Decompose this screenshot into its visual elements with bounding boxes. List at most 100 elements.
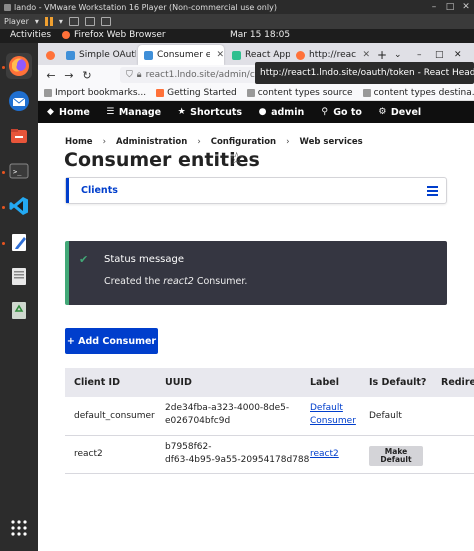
pause-chevron-icon[interactable]: ▾: [59, 17, 63, 26]
search-icon: ⚲: [321, 107, 329, 117]
status-prefix: Created the: [104, 276, 164, 287]
column-uuid: UUID: [165, 377, 192, 388]
firefox-icon[interactable]: [6, 53, 32, 79]
shortcut-star-icon[interactable]: ☆: [229, 149, 244, 169]
bookmarks-bar: Import bookmarks... Getting Started cont…: [38, 85, 474, 101]
make-default-button[interactable]: Make Default: [369, 446, 423, 466]
label-cell[interactable]: react2: [310, 448, 339, 461]
tab-label: React App: [245, 50, 290, 60]
breadcrumb-separator-icon: ›: [286, 137, 290, 147]
breadcrumb-web-services[interactable]: Web services: [300, 137, 363, 147]
bookmark-label: Getting Started: [167, 87, 237, 98]
is-default-cell: Default: [369, 411, 402, 421]
activities-button[interactable]: Activities: [10, 30, 51, 40]
app-menu[interactable]: Firefox Web Browser: [62, 30, 166, 40]
uuid-line: e026704bfc9d: [165, 416, 231, 426]
firefox-view-icon[interactable]: [40, 45, 60, 65]
tab-consumer-entities[interactable]: Consumer en ✕: [138, 45, 224, 65]
lock-icon[interactable]: 🔒︎: [137, 70, 142, 80]
toolbar-manage[interactable]: ☰ Manage: [98, 101, 169, 123]
uuid-cell: b7958f62- df63-4b95-9a55-20954178d788: [165, 441, 309, 467]
minimize-icon[interactable]: –: [426, 0, 442, 14]
breadcrumb-separator-icon: ›: [102, 137, 106, 147]
fullscreen-icon[interactable]: [84, 17, 95, 26]
toolbar-devel[interactable]: ⚙ Devel: [370, 101, 429, 123]
url-text: react1.lndo.site/admin/co: [145, 70, 261, 80]
firefox-bookmark-icon: [156, 88, 165, 97]
column-redirect: Redirect: [441, 377, 474, 388]
label-link[interactable]: Default: [310, 403, 343, 413]
tabs-menu-icon[interactable]: [427, 186, 438, 198]
label-cell[interactable]: Default Consumer: [310, 402, 356, 428]
shield-icon[interactable]: ⛉: [126, 70, 133, 80]
toolbar-devel-label: Devel: [390, 106, 422, 118]
player-menu[interactable]: Player: [4, 17, 29, 26]
column-client-id: Client ID: [74, 377, 120, 388]
tab-clients[interactable]: Clients: [66, 178, 126, 203]
vmware-title-bar: lando - VMware Workstation 16 Player (No…: [0, 0, 474, 14]
reload-icon[interactable]: ↻: [78, 69, 96, 82]
star-icon: ★: [177, 107, 186, 117]
bookmark-import[interactable]: Import bookmarks...: [44, 88, 146, 98]
client-id-cell: default_consumer: [74, 411, 155, 421]
send-ctrl-alt-del-icon[interactable]: [68, 17, 79, 26]
thunderbird-icon[interactable]: [6, 88, 32, 114]
back-icon[interactable]: ←: [42, 69, 60, 82]
main-content: Home › Administration › Configuration › …: [38, 123, 474, 551]
clock[interactable]: Mar 15 18:05: [230, 30, 290, 40]
breadcrumb-administration[interactable]: Administration: [116, 137, 187, 147]
close-tab-icon[interactable]: ✕: [362, 50, 370, 60]
breadcrumb-home[interactable]: Home: [65, 137, 93, 147]
toolbar-shortcuts[interactable]: ★ Shortcuts: [169, 101, 250, 123]
table-row: react2 b7958f62- df63-4b95-9a55-20954178d…: [65, 436, 474, 474]
bookmark-content-types-destination[interactable]: content types destina...: [362, 88, 474, 98]
table-row: default_consumer 2de34fba-a323-4000-8de5…: [65, 397, 474, 436]
close-icon[interactable]: ✕: [458, 0, 474, 14]
unity-icon[interactable]: [100, 17, 111, 26]
bookmark-content-types-source[interactable]: content types source: [246, 88, 353, 98]
close-tab-icon[interactable]: ✕: [216, 50, 224, 60]
toolbar-goto[interactable]: ⚲ Go to: [312, 101, 370, 123]
status-suffix: Consumer.: [193, 276, 248, 287]
label-link[interactable]: Consumer: [310, 416, 356, 426]
user-icon: ●: [258, 107, 267, 117]
toolbar-user[interactable]: ● admin: [250, 101, 312, 123]
show-applications-icon[interactable]: [6, 515, 32, 541]
tab-simple-oauth[interactable]: Simple OAuth: [60, 45, 136, 65]
client-id-cell: react2: [74, 449, 103, 459]
gear-icon: ⚙: [378, 107, 387, 117]
forward-icon[interactable]: →: [60, 69, 78, 82]
firefox-small-icon: [62, 31, 70, 39]
document-viewer-icon[interactable]: [6, 263, 32, 289]
toolbar-goto-label: Go to: [333, 106, 362, 118]
breadcrumb-separator-icon: ›: [197, 137, 201, 147]
label-link[interactable]: react2: [310, 449, 339, 459]
files-icon[interactable]: [6, 123, 32, 149]
tab-label: http://react1: [309, 50, 357, 60]
uuid-line: df63-4b95-9a55-20954178d788: [165, 455, 310, 465]
svg-text:>_: >_: [13, 168, 22, 176]
toolbar-user-label: admin: [271, 106, 305, 118]
bookmark-label: Import bookmarks...: [55, 87, 147, 98]
text-editor-icon[interactable]: [6, 229, 32, 255]
toolbar-home[interactable]: ◆ Home: [38, 101, 98, 123]
gnome-top-bar: Activities Firefox Web Browser Mar 15 18…: [0, 29, 474, 43]
breadcrumb-configuration[interactable]: Configuration: [211, 137, 276, 147]
pause-icon[interactable]: [44, 17, 53, 26]
terminal-icon[interactable]: >_: [6, 158, 32, 184]
player-menu-chevron-icon[interactable]: ▾: [35, 17, 39, 26]
status-consumer-name: react2: [163, 276, 194, 287]
recycle-icon[interactable]: [6, 297, 32, 323]
page-favicon-icon: [296, 50, 305, 60]
bookmark-getting-started[interactable]: Getting Started: [156, 88, 237, 98]
maximize-icon[interactable]: □: [442, 0, 458, 14]
add-consumer-button[interactable]: + Add Consumer: [65, 328, 158, 354]
dock: >_: [0, 43, 38, 551]
globe-icon: [246, 88, 255, 97]
vscode-icon[interactable]: [6, 193, 32, 219]
hamburger-icon: ☰: [106, 107, 115, 117]
column-label: Label: [310, 377, 339, 388]
toolbar-home-label: Home: [59, 106, 90, 118]
table-header: Client ID UUID Label Is Default? Redirec…: [65, 368, 474, 397]
column-is-default: Is Default?: [369, 377, 427, 388]
